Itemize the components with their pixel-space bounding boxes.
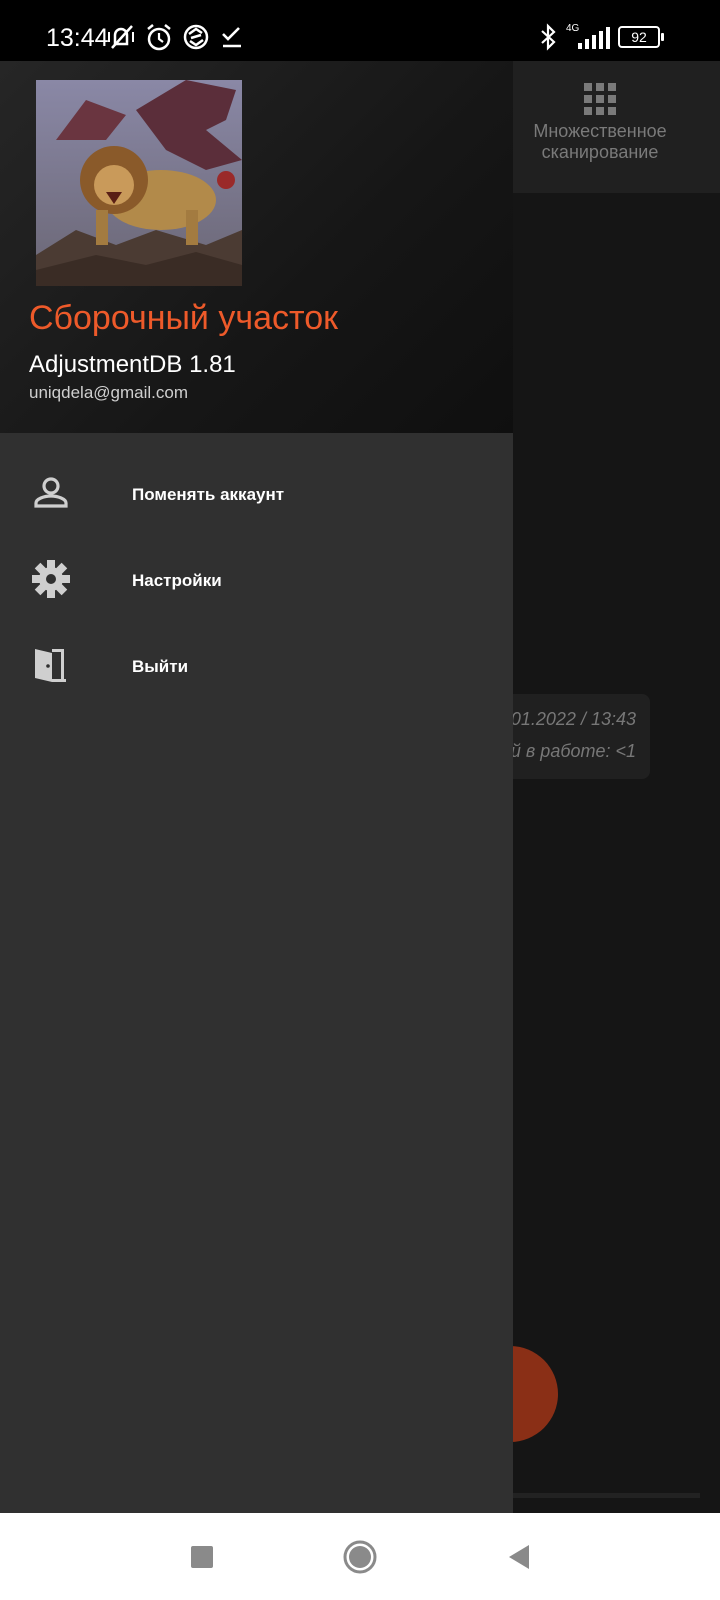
alarm-icon	[147, 24, 171, 51]
app-version: AdjustmentDB 1.81	[29, 351, 236, 378]
card-status: ей в работе: <1	[500, 741, 636, 761]
navigation-drawer: Сборочный участок AdjustmentDB 1.81 uniq…	[0, 61, 513, 1513]
exit-door-icon	[35, 649, 66, 682]
multiscan-button: Множественное сканирование	[510, 83, 690, 163]
home-button[interactable]	[338, 1535, 382, 1579]
bluetooth-icon	[541, 23, 556, 51]
battery-level: 92	[631, 29, 647, 45]
checkmark-icon	[222, 27, 241, 48]
status-bar: 13:44 4G 92	[0, 0, 720, 61]
vibrate-muted-icon	[108, 25, 134, 49]
drawer-header: Сборочный участок AdjustmentDB 1.81 uniq…	[0, 61, 513, 433]
signal-icon	[578, 27, 610, 49]
menu-item-logout[interactable]: Выйти	[0, 625, 513, 711]
menu-item-label: Поменять аккаунт	[132, 485, 285, 504]
drawer-title: Сборочный участок	[29, 299, 338, 337]
multiscan-label: Множественное сканирование	[533, 121, 667, 162]
recents-button[interactable]	[180, 1535, 224, 1579]
network-indicator: 4G	[566, 23, 610, 51]
gear-icon	[32, 560, 70, 598]
battery-icon: 92	[618, 26, 664, 48]
status-icons-right: 4G 92	[538, 22, 664, 52]
avatar-image	[36, 80, 242, 286]
status-time: 13:44	[46, 24, 109, 52]
background-strip	[510, 1493, 700, 1498]
menu-item-label: Настройки	[132, 571, 222, 590]
grid-icon	[584, 83, 616, 115]
menu-item-label: Выйти	[132, 657, 189, 676]
avatar	[36, 80, 242, 286]
status-icons-left	[106, 22, 245, 52]
back-button[interactable]	[497, 1535, 541, 1579]
menu-item-switch-account[interactable]: Поменять аккаунт	[0, 453, 513, 539]
account-email: uniqdela@gmail.com	[29, 383, 189, 402]
menu-item-settings[interactable]: Настройки	[0, 539, 513, 625]
system-nav-bar	[0, 1513, 720, 1600]
sync-icon	[183, 24, 209, 50]
card-date: 01.2022 / 13:43	[510, 709, 636, 729]
person-icon	[34, 477, 68, 508]
